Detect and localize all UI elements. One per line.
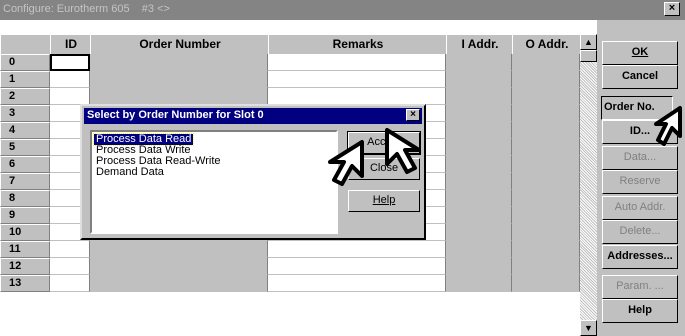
- param-button[interactable]: Param. ...: [602, 275, 678, 299]
- o-addr-cell[interactable]: [512, 258, 580, 275]
- scrollbar-track[interactable]: [580, 34, 597, 336]
- scroll-up-button[interactable]: ▲: [580, 34, 597, 50]
- i-addr-cell[interactable]: [446, 258, 512, 275]
- pointer-cursor-icon: [654, 106, 682, 146]
- window-close-button[interactable]: ×: [664, 2, 680, 16]
- order-number-cell[interactable]: [90, 241, 268, 258]
- o-addr-cell[interactable]: [512, 207, 580, 224]
- pointer-cursor-icon: [328, 140, 364, 186]
- i-addr-cell[interactable]: [446, 156, 512, 173]
- o-addr-cell[interactable]: [512, 173, 580, 190]
- scroll-thumb[interactable]: [580, 50, 597, 62]
- remarks-cell[interactable]: [268, 88, 446, 105]
- row-number[interactable]: 10: [0, 224, 50, 241]
- dialog-close-icon[interactable]: ×: [406, 109, 420, 121]
- i-addr-cell[interactable]: [446, 241, 512, 258]
- column-header-i-addr: I Addr.: [446, 34, 514, 56]
- i-addr-cell[interactable]: [446, 71, 512, 88]
- o-addr-cell[interactable]: [512, 156, 580, 173]
- i-addr-cell[interactable]: [446, 88, 512, 105]
- pointer-cursor-icon: [385, 128, 421, 174]
- help-button[interactable]: Help: [602, 299, 678, 323]
- auto-addr-button[interactable]: Auto Addr.: [602, 196, 678, 220]
- window-title: Configure: Eurotherm 605 #3 <>: [3, 3, 170, 15]
- row-number[interactable]: 2: [0, 88, 50, 105]
- row-number[interactable]: 1: [0, 71, 50, 88]
- column-header-o-addr: O Addr.: [512, 34, 582, 56]
- order-number-cell[interactable]: [90, 275, 268, 292]
- remarks-cell[interactable]: [268, 54, 446, 71]
- table-header-corner: [0, 34, 52, 56]
- i-addr-cell[interactable]: [446, 275, 512, 292]
- ok-button[interactable]: OK: [602, 41, 678, 65]
- remarks-cell[interactable]: [268, 275, 446, 292]
- row-number[interactable]: 0: [0, 54, 50, 71]
- ok-button-label: OK: [631, 46, 649, 58]
- row-number[interactable]: 5: [0, 139, 50, 156]
- id-cell[interactable]: [50, 88, 90, 105]
- row-number[interactable]: 12: [0, 258, 50, 275]
- row-number[interactable]: 11: [0, 241, 50, 258]
- o-addr-cell[interactable]: [512, 190, 580, 207]
- cancel-button[interactable]: Cancel: [602, 65, 678, 89]
- o-addr-cell[interactable]: [512, 71, 580, 88]
- i-addr-cell[interactable]: [446, 173, 512, 190]
- row-number[interactable]: 13: [0, 275, 50, 292]
- i-addr-cell[interactable]: [446, 190, 512, 207]
- o-addr-cell[interactable]: [512, 224, 580, 241]
- delete-button[interactable]: Delete...: [602, 220, 678, 244]
- o-addr-cell[interactable]: [512, 139, 580, 156]
- o-addr-cell[interactable]: [512, 88, 580, 105]
- id-cell[interactable]: [50, 275, 90, 292]
- i-addr-cell[interactable]: [446, 207, 512, 224]
- o-addr-cell[interactable]: [512, 122, 580, 139]
- scroll-down-button[interactable]: ▼: [580, 320, 597, 336]
- id-cell[interactable]: [50, 241, 90, 258]
- o-addr-cell[interactable]: [512, 241, 580, 258]
- list-item[interactable]: Demand Data: [94, 167, 166, 178]
- i-addr-cell[interactable]: [446, 224, 512, 241]
- remarks-cell[interactable]: [268, 71, 446, 88]
- o-addr-cell[interactable]: [512, 54, 580, 71]
- addresses-button[interactable]: Addresses...: [602, 245, 678, 269]
- o-addr-cell[interactable]: [512, 275, 580, 292]
- order-number-cell[interactable]: [90, 88, 268, 105]
- vertical-scrollbar[interactable]: ▲ ▼: [580, 34, 597, 336]
- id-cell[interactable]: [50, 258, 90, 275]
- reserve-button[interactable]: Reserve: [602, 170, 678, 194]
- i-addr-cell[interactable]: [446, 122, 512, 139]
- order-number-cell[interactable]: [90, 258, 268, 275]
- row-number[interactable]: 4: [0, 122, 50, 139]
- remarks-cell[interactable]: [268, 241, 446, 258]
- order-number-cell[interactable]: [90, 54, 268, 71]
- row-number[interactable]: 3: [0, 105, 50, 122]
- row-number[interactable]: 6: [0, 156, 50, 173]
- dialog-title: Select by Order Number for Slot 0: [84, 108, 422, 124]
- column-header-id: ID: [50, 34, 92, 56]
- order-number-listbox[interactable]: Process Data Read Process Data Write Pro…: [90, 130, 338, 234]
- i-addr-cell[interactable]: [446, 105, 512, 122]
- i-addr-cell[interactable]: [446, 54, 512, 71]
- column-header-order-number: Order Number: [90, 34, 270, 56]
- order-number-cell[interactable]: [90, 71, 268, 88]
- id-cell[interactable]: [50, 54, 90, 71]
- select-order-number-dialog: Select by Order Number for Slot 0 × Proc…: [80, 104, 426, 240]
- row-number[interactable]: 9: [0, 207, 50, 224]
- row-number[interactable]: 7: [0, 173, 50, 190]
- o-addr-cell[interactable]: [512, 105, 580, 122]
- id-cell[interactable]: [50, 71, 90, 88]
- remarks-cell[interactable]: [268, 258, 446, 275]
- window-titlebar: Configure: Eurotherm 605 #3 <> ×: [0, 0, 685, 20]
- i-addr-cell[interactable]: [446, 139, 512, 156]
- column-header-remarks: Remarks: [268, 34, 448, 56]
- row-number[interactable]: 8: [0, 190, 50, 207]
